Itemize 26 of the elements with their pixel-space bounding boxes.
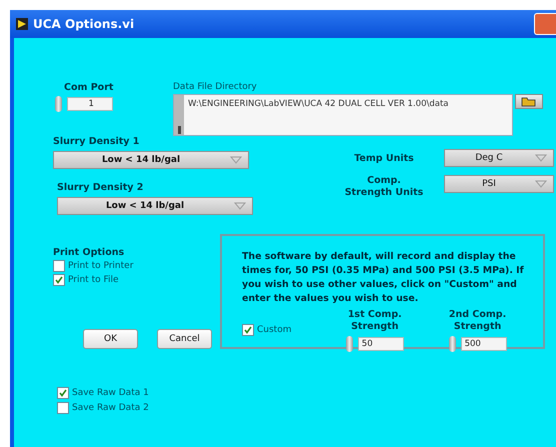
field-label: 2nd Comp. Strength (448, 309, 508, 333)
field-label: Slurry Density 1 (53, 136, 140, 147)
input-field[interactable]: 50 (358, 337, 404, 351)
dropdown[interactable]: Low < 14 lb/gal (57, 197, 253, 215)
info-text: The software by default, will record and display the times for, 50 PSI (0.35 MPa) and 500 PSI (3.5 MPa). If you wish to use other values, click on "Custom" and enter the values you wish to use. (242, 250, 525, 306)
field-label: Slurry Density 2 (57, 182, 144, 193)
field-label: Temp Units (353, 152, 415, 164)
dropdown[interactable]: Low < 14 lb/gal (53, 151, 249, 169)
field-label: Data File Directory (173, 82, 257, 92)
checkbox-label: Custom (257, 325, 292, 335)
dialog-button[interactable]: OK (83, 329, 138, 349)
checkbox-label: Save Raw Data 1 (72, 388, 149, 398)
input-field[interactable]: 500 (460, 337, 507, 351)
group-label: Print Options (53, 247, 124, 258)
checkbox-label: Save Raw Data 2 (72, 403, 149, 413)
input-field[interactable]: 1 (66, 97, 113, 111)
checkbox-label: Print to Printer (68, 261, 134, 271)
dialog-button[interactable]: Cancel (157, 329, 212, 349)
checkbox-label: Print to File (68, 275, 119, 285)
dropdown[interactable]: Deg C (444, 149, 554, 167)
window-title: UCA Options.vi (33, 17, 134, 31)
field-label: 1st Comp. Strength (346, 309, 403, 333)
path-field[interactable]: W:\ENGINEERING\LabVIEW\UCA 42 DUAL CELL VER 1.00\data (173, 94, 513, 136)
field-label: Comp. Strength Units (344, 175, 424, 199)
field-label: Com Port (64, 82, 114, 93)
dropdown[interactable]: PSI (444, 175, 554, 193)
